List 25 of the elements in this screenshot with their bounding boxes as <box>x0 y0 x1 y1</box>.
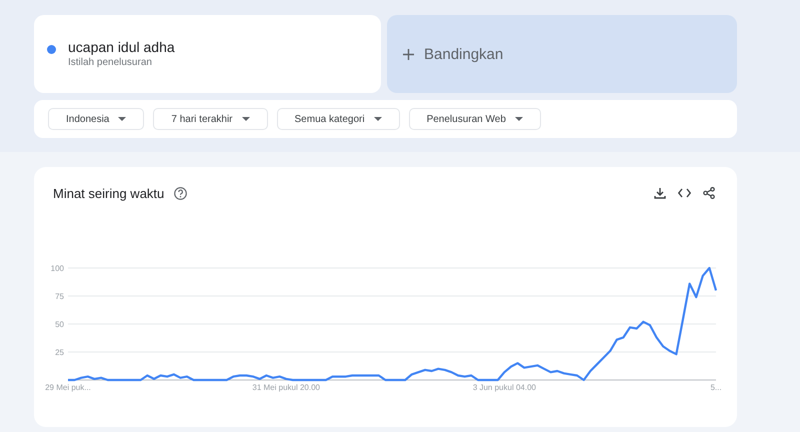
help-icon[interactable] <box>174 186 188 200</box>
chart-title: Minat seiring waktu <box>53 186 164 200</box>
y-axis-label: 75 <box>55 292 64 301</box>
x-axis-label: 5... <box>710 383 722 392</box>
share-icon[interactable] <box>703 187 715 199</box>
x-axis-label: 31 Mei pukul 20.00 <box>252 383 320 392</box>
filter-dropdown[interactable]: 7 hari terakhir <box>153 108 268 130</box>
y-axis-label: 100 <box>50 264 64 273</box>
x-axis-label: 3 Jun pukul 04.00 <box>472 383 536 392</box>
search-term: ucapan idul adha <box>68 39 175 55</box>
filter-dropdown[interactable]: Penelusuran Web <box>408 108 541 130</box>
embed-code-icon[interactable] <box>678 187 691 199</box>
y-axis-label: 50 <box>55 320 64 329</box>
filter-dropdown[interactable]: Indonesia <box>48 108 144 130</box>
x-axis-label: 29 Mei puk... <box>45 383 91 392</box>
search-term-subtitle: Istilah penelusuran <box>68 57 153 68</box>
filter-dropdown[interactable]: Semua kategori <box>276 108 400 130</box>
caret-icon <box>242 117 250 121</box>
caret-icon <box>374 117 382 121</box>
download-icon[interactable] <box>654 187 666 199</box>
y-axis-label: 25 <box>55 348 64 357</box>
compare-button[interactable]: Bandingkan <box>387 15 737 93</box>
caret-icon <box>118 117 126 121</box>
plus-icon <box>403 48 414 60</box>
caret-icon <box>514 117 523 121</box>
